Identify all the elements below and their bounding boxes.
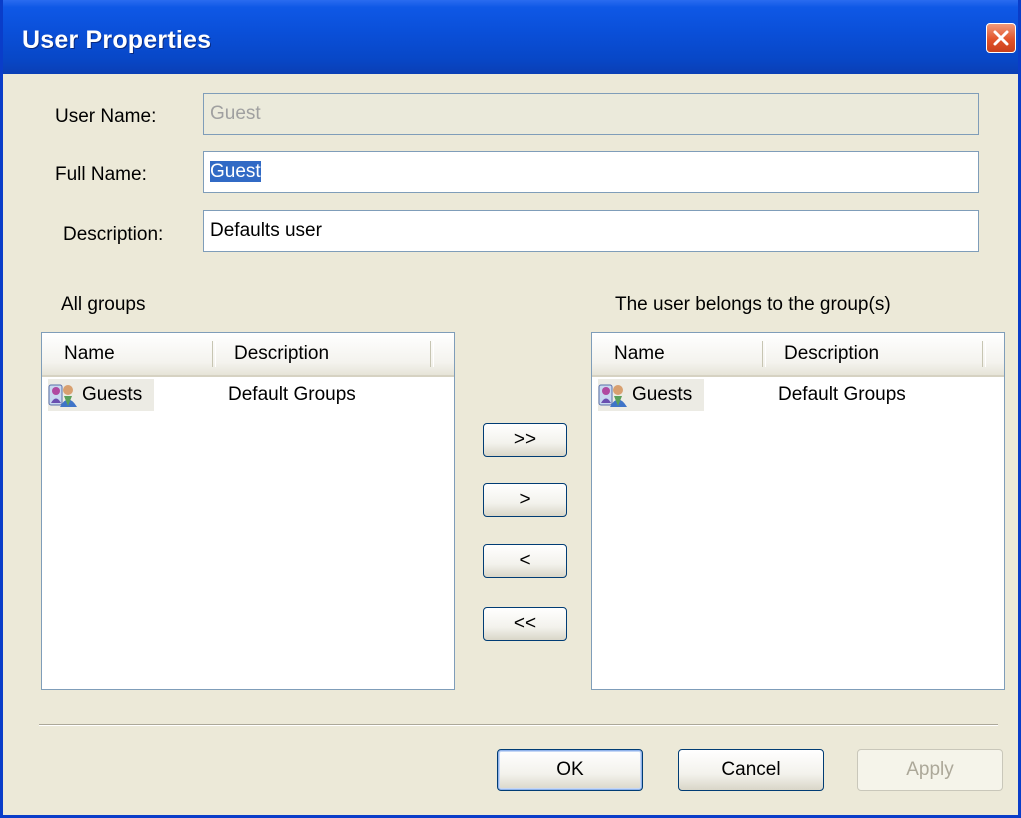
column-divider[interactable]	[982, 341, 986, 367]
apply-button[interactable]: Apply	[857, 749, 1003, 791]
remove-all-button[interactable]: <<	[483, 607, 567, 641]
group-icon	[598, 382, 628, 408]
column-header-description[interactable]: Description	[784, 333, 879, 373]
cancel-button[interactable]: Cancel	[678, 749, 824, 791]
ok-button[interactable]: OK	[497, 749, 643, 791]
full-name-label: Full Name:	[55, 164, 147, 185]
user-name-label: User Name:	[55, 106, 157, 127]
group-description: Default Groups	[778, 384, 906, 405]
user-properties-dialog: User Properties User Name: Guest Full Na…	[0, 0, 1021, 818]
column-header-name[interactable]: Name	[614, 333, 665, 373]
description-field[interactable]: Defaults user	[203, 210, 979, 252]
all-groups-header: Name Description	[42, 333, 454, 377]
group-name: Guests	[632, 384, 693, 405]
group-name: Guests	[82, 384, 143, 405]
window-title: User Properties	[22, 26, 212, 54]
column-header-description[interactable]: Description	[234, 333, 329, 373]
close-button[interactable]	[986, 23, 1016, 53]
member-groups-label: The user belongs to the group(s)	[615, 294, 891, 315]
list-item[interactable]: Guests Default Groups	[42, 377, 454, 411]
user-name-field: Guest	[203, 93, 979, 135]
all-groups-label: All groups	[61, 294, 146, 315]
remove-button[interactable]: <	[483, 544, 567, 578]
list-item[interactable]: Guests Default Groups	[592, 377, 1004, 411]
column-header-name[interactable]: Name	[64, 333, 115, 373]
member-groups-list[interactable]: Name Description Guests Default Groups	[591, 332, 1005, 690]
all-groups-list[interactable]: Name Description Guests Default Groups	[41, 332, 455, 690]
title-bar[interactable]: User Properties	[3, 0, 1018, 74]
column-divider[interactable]	[762, 341, 766, 367]
close-icon	[993, 30, 1009, 46]
member-groups-header: Name Description	[592, 333, 1004, 377]
description-label: Description:	[63, 224, 164, 245]
dialog-body: User Name: Guest Full Name: Guest Descri…	[3, 74, 1018, 815]
group-icon	[48, 382, 78, 408]
full-name-field[interactable]: Guest	[203, 151, 979, 193]
list-item-name-cell: Guests	[598, 379, 705, 411]
column-divider[interactable]	[430, 341, 434, 367]
group-description: Default Groups	[228, 384, 356, 405]
add-button[interactable]: >	[483, 483, 567, 517]
list-item-name-cell: Guests	[48, 379, 155, 411]
column-divider[interactable]	[212, 341, 216, 367]
full-name-selected-text: Guest	[210, 161, 261, 182]
footer-divider	[39, 724, 998, 726]
add-all-button[interactable]: >>	[483, 423, 567, 457]
